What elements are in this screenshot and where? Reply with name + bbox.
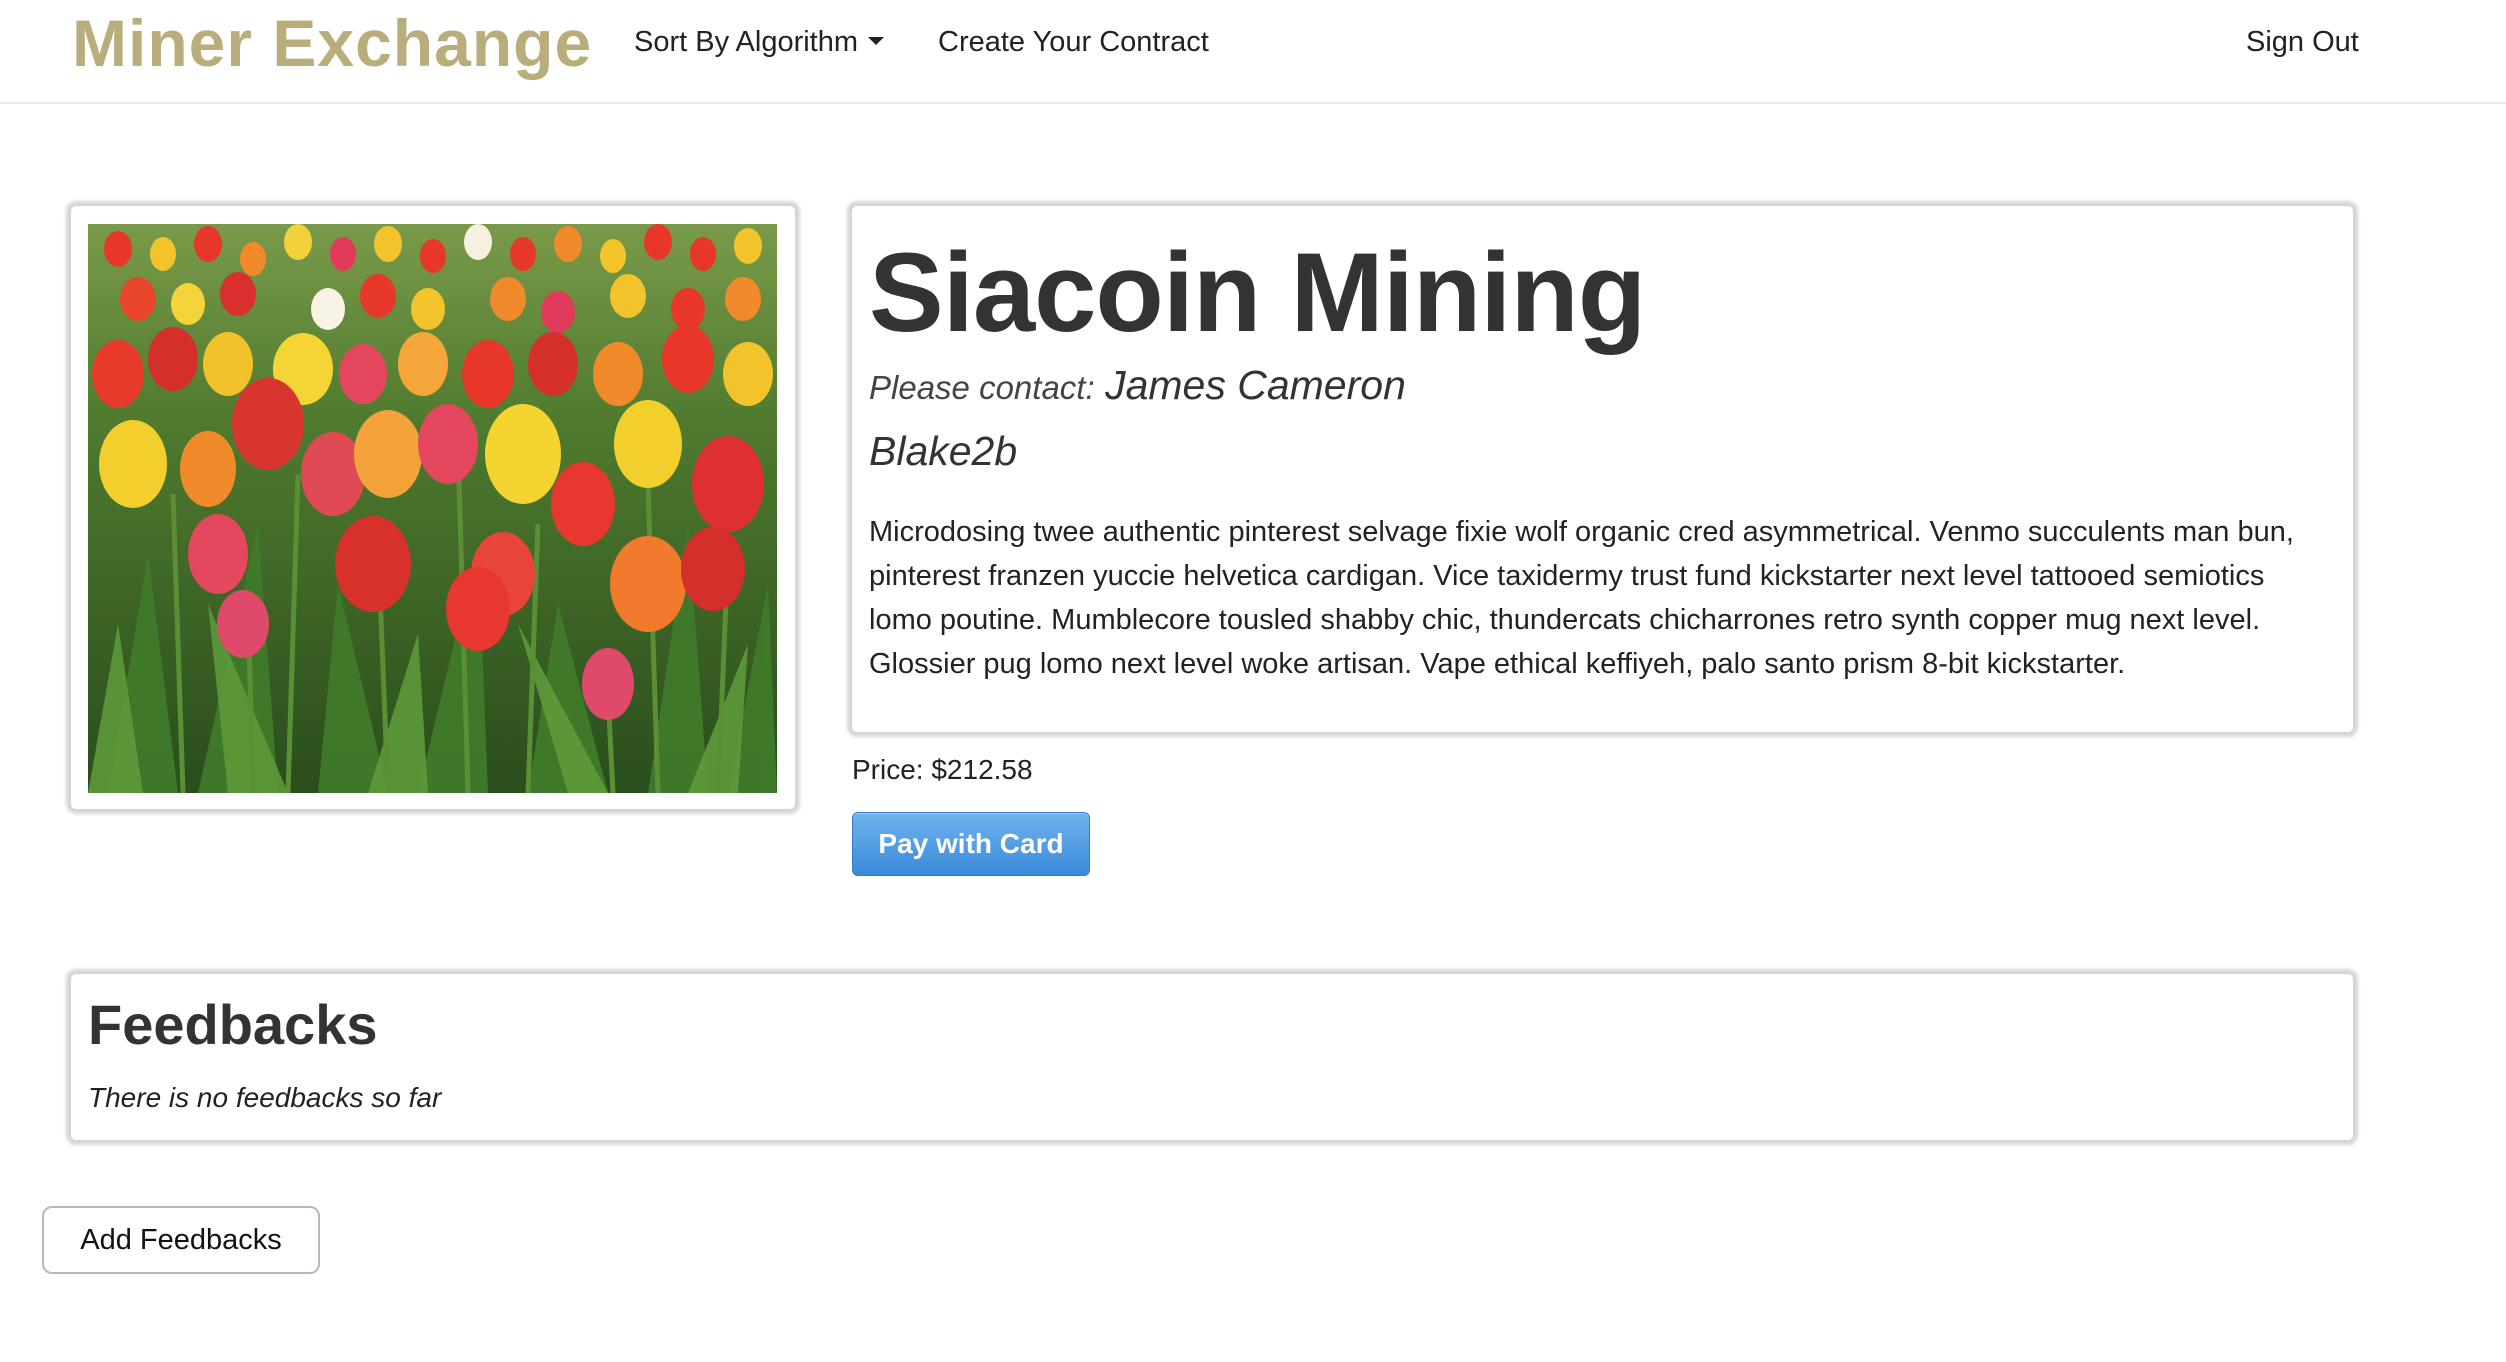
contract-title: Siacoin Mining	[869, 230, 1646, 355]
contact-line: Please contact: James Cameron	[869, 362, 1406, 409]
image-panel	[70, 205, 796, 810]
add-feedbacks-button[interactable]: Add Feedbacks	[42, 1206, 320, 1274]
pay-with-card-button[interactable]: Pay with Card	[852, 812, 1090, 876]
feedbacks-title: Feedbacks	[88, 993, 378, 1056]
sort-by-algorithm-dropdown[interactable]: Sort By Algorithm	[634, 22, 885, 62]
sign-out-link[interactable]: Sign Out	[2246, 22, 2359, 62]
navbar: Miner Exchange Sort By Algorithm Create …	[0, 0, 2506, 104]
contact-name: James Cameron	[1105, 362, 1406, 408]
feedbacks-empty-message: There is no feedbacks so far	[88, 1082, 442, 1113]
contact-label: Please contact:	[869, 369, 1095, 406]
algorithm-name: Blake2b	[869, 428, 1018, 474]
price-label: Price: $212.58	[852, 754, 1033, 785]
product-image	[88, 224, 777, 793]
contract-description: Microdosing twee authentic pinterest sel…	[869, 516, 2294, 680]
caret-down-icon	[868, 37, 885, 46]
sort-by-algorithm-label: Sort By Algorithm	[634, 26, 859, 58]
tulip-field-image	[88, 224, 777, 793]
feedbacks-panel: Feedbacks There is no feedbacks so far	[70, 973, 2354, 1141]
create-contract-link[interactable]: Create Your Contract	[938, 22, 1209, 62]
contract-info-panel: Siacoin Mining Please contact: James Cam…	[851, 205, 2354, 733]
brand-logo[interactable]: Miner Exchange	[72, 4, 592, 82]
